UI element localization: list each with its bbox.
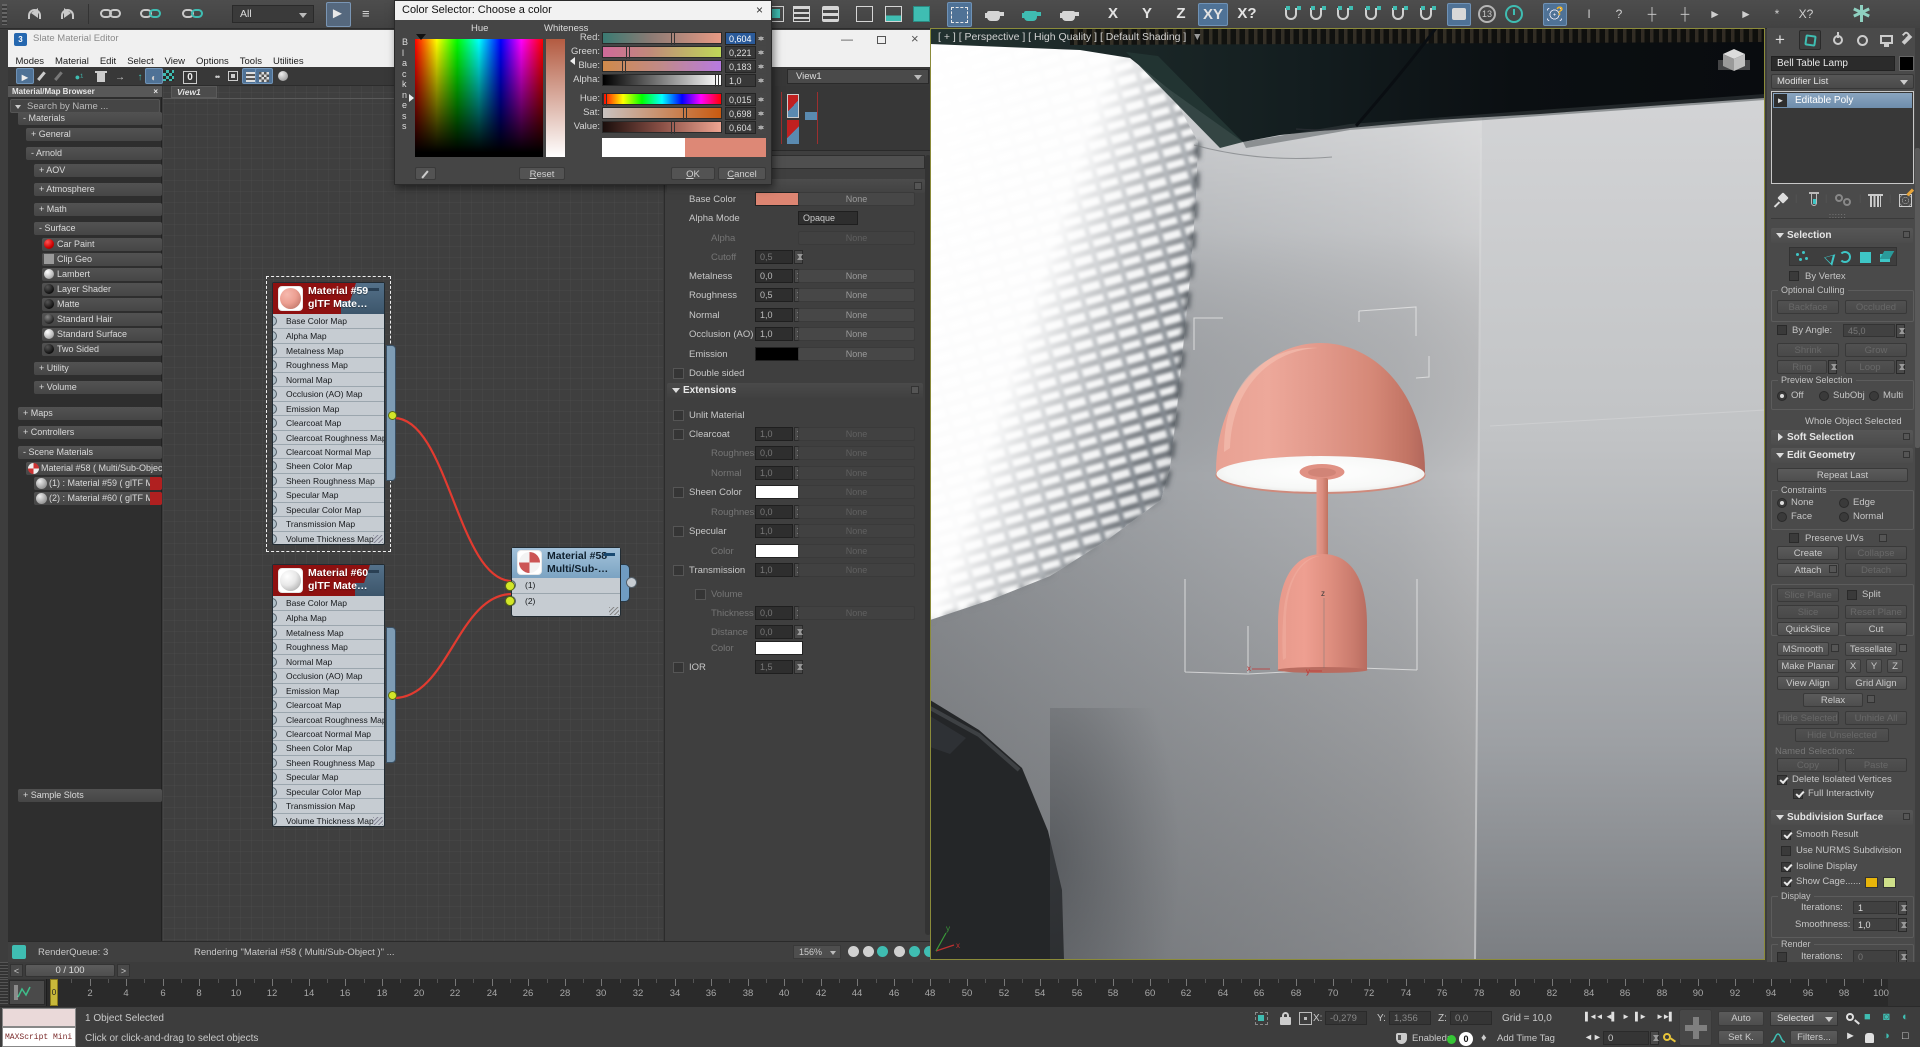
svg-text:y: y — [946, 924, 950, 933]
svg-text:z: z — [1321, 589, 1325, 598]
svg-text:y: y — [1306, 667, 1310, 676]
svg-text:x: x — [1247, 664, 1251, 673]
svg-text:x: x — [956, 941, 960, 950]
